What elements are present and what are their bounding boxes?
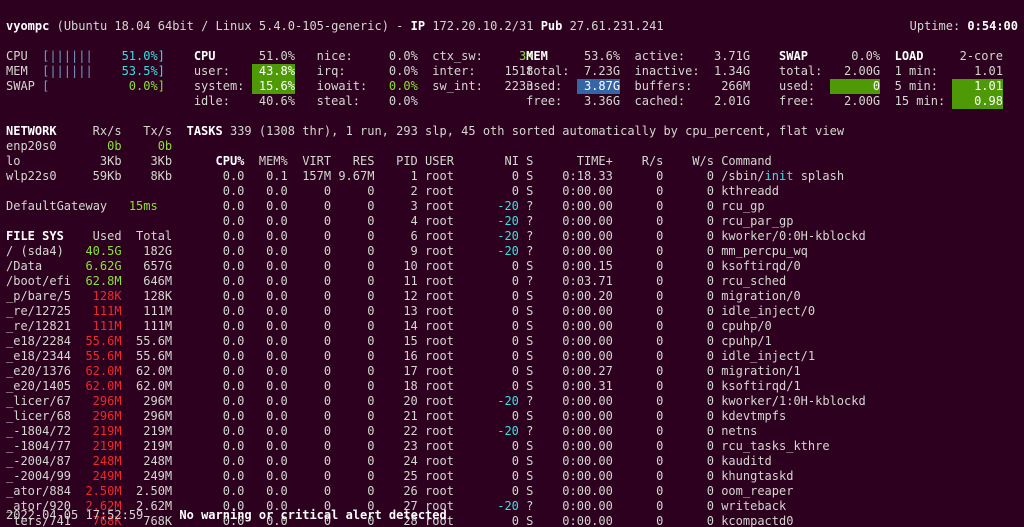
task-row[interactable]: 0.00.00013 root0 S0:00.0000 idle_inject/… [187, 304, 1018, 319]
mem-stats: MEM53.6% active:3.71G total:7.23G inacti… [526, 49, 779, 109]
fs-row: _re/12725111M111M [6, 304, 187, 319]
swap-stats: SWAP0.0% total:2.00G used:0 free:2.00G [779, 49, 895, 109]
task-row[interactable]: 0.00.00012 root0 S0:00.2000 migration/0 [187, 289, 1018, 304]
task-row[interactable]: 0.00.1157M9.67M1 root0 S0:18.3300 /sbin/… [187, 169, 1018, 184]
fs-row: _e20/140562.0M62.0M [6, 379, 187, 394]
fs-row: / (sda4)40.5G182G [6, 244, 187, 259]
tasks-panel: TASKS 339 (1308 thr), 1 run, 293 slp, 45… [187, 124, 1018, 527]
fs-row: _licer/67296M296M [6, 394, 187, 409]
task-row[interactable]: 0.00.00024 root0 S0:00.0000 kauditd [187, 454, 1018, 469]
fs-row: _e18/234455.6M55.6M [6, 349, 187, 364]
task-row[interactable]: 0.00.00016 root0 S0:00.0000 idle_inject/… [187, 349, 1018, 364]
fs-row: _-2004/99249M249M [6, 469, 187, 484]
task-row[interactable]: 0.00.00011 root0 ?0:03.7100 rcu_sched [187, 274, 1018, 289]
fs-row: _licer/68296M296M [6, 409, 187, 424]
footer: 2022-04-05 17:52:59 No warning or critic… [6, 493, 1018, 523]
task-row[interactable]: 0.00.0003 root-20 ?0:00.0000 rcu_gp [187, 199, 1018, 214]
net-row: lo3Kb3Kb [6, 154, 187, 169]
task-row[interactable]: 0.00.00020 root-20 ?0:00.0000 kworker/1:… [187, 394, 1018, 409]
task-row[interactable]: 0.00.00010 root0 S0:00.1500 ksoftirqd/0 [187, 259, 1018, 274]
task-row[interactable]: 0.00.00021 root0 S0:00.0000 kdevtmpfs [187, 409, 1018, 424]
task-row[interactable]: 0.00.00017 root0 S0:00.2700 migration/1 [187, 364, 1018, 379]
task-row[interactable]: 0.00.0006 root-20 ?0:00.0000 kworker/0:0… [187, 229, 1018, 244]
fs-row: _e18/228455.6M55.6M [6, 334, 187, 349]
fs-row: _-2004/87248M248M [6, 454, 187, 469]
net-row: enp20s00b0b [6, 139, 187, 154]
header: vyompc (Ubuntu 18.04 64bit / Linux 5.4.0… [6, 4, 1018, 34]
fs-row: /boot/efi62.8M646M [6, 274, 187, 289]
quicklook: CPU[||||||51.0%] MEM[||||||53.5%] SWAP[0… [6, 49, 194, 109]
left-panel: NETWORKRx/sTx/s enp20s00b0blo3Kb3Kbwlp22… [6, 124, 187, 527]
task-row[interactable]: 0.00.00014 root0 S0:00.0000 cpuhp/0 [187, 319, 1018, 334]
fs-row: _p/bare/5128K128K [6, 289, 187, 304]
fs-row: _-1804/72219M219M [6, 424, 187, 439]
fs-row: _-1804/77219M219M [6, 439, 187, 454]
task-row[interactable]: 0.00.00025 root0 S0:00.0000 khungtaskd [187, 469, 1018, 484]
task-row[interactable]: 0.00.00023 root0 S0:00.0000 rcu_tasks_kt… [187, 439, 1018, 454]
tasks-header: CPU%MEM%VIRTRESPID USERNI STIME+R/sW/s C… [187, 154, 1018, 169]
fs-row: _re/12821111M111M [6, 319, 187, 334]
load-stats: LOAD2-core 1 min:1.01 5 min:1.01 15 min:… [895, 49, 1011, 109]
hostname: vyompc [6, 19, 49, 34]
cpu-stats: CPU51.0% nice:0.0% ctx_sw:3K user:43.8% … [194, 49, 526, 109]
fs-row: _e20/137662.0M62.0M [6, 364, 187, 379]
task-row[interactable]: 0.00.00022 root-20 ?0:00.0000 netns [187, 424, 1018, 439]
net-row: wlp22s059Kb8Kb [6, 169, 187, 184]
task-row[interactable]: 0.00.0009 root-20 ?0:00.0000 mm_percpu_w… [187, 244, 1018, 259]
task-row[interactable]: 0.00.00015 root0 S0:00.0000 cpuhp/1 [187, 334, 1018, 349]
task-row[interactable]: 0.00.0002 root0 S0:00.0000 kthreadd [187, 184, 1018, 199]
task-row[interactable]: 0.00.0004 root-20 ?0:00.0000 rcu_par_gp [187, 214, 1018, 229]
fs-row: /Data6.62G657G [6, 259, 187, 274]
task-row[interactable]: 0.00.00018 root0 S0:00.3100 ksoftirqd/1 [187, 379, 1018, 394]
